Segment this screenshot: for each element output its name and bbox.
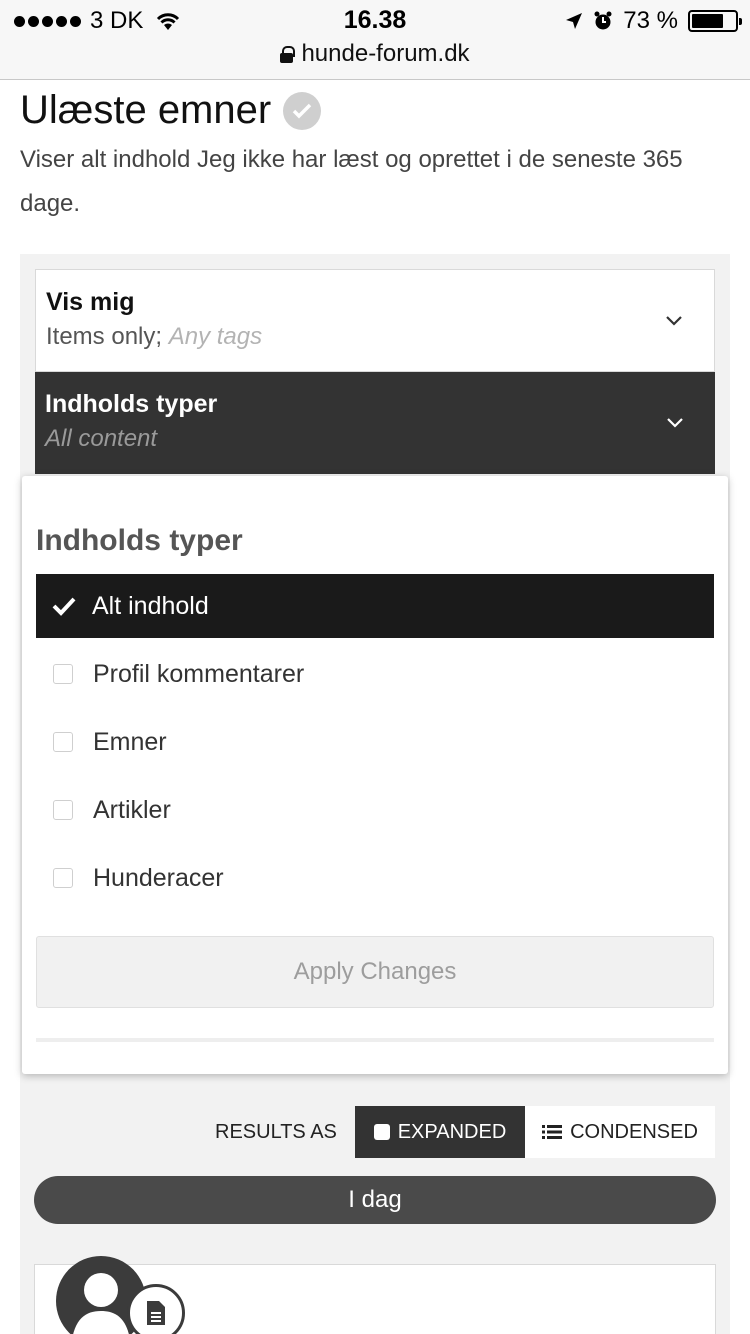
location-arrow-icon [566,13,583,29]
content-types-dropdown: Indholds typer Alt indhold Profil kommen… [22,476,728,1074]
status-right: 73 % [565,6,742,36]
url-text: hunde-forum.dk [301,40,470,67]
show-me-filter[interactable]: Vis mig Items only; Any tags [35,269,715,372]
expanded-label: EXPANDED [397,1120,507,1143]
option-profil-kommentarer[interactable]: Profil kommentarer [36,642,714,706]
status-bar: 3 DK 16.38 73 % hunde-forum.dk [0,0,750,80]
lock-icon [280,46,296,63]
option-emner[interactable]: Emner [36,710,714,774]
list-icon [542,1125,563,1139]
option-label: Alt indhold [92,591,209,620]
show-me-value: Items only; Any tags [46,323,704,351]
page-title-text: Ulæste emner [20,88,272,132]
option-label: Emner [93,727,167,756]
show-me-value-text: Items only; [46,323,163,350]
checkbox[interactable] [53,868,73,888]
show-me-value-muted: Any tags [168,323,263,350]
checkmark-icon[interactable] [283,91,322,130]
condensed-label: CONDENSED [570,1120,698,1143]
check-icon [52,597,76,616]
checkbox[interactable] [53,800,73,820]
option-alt-indhold[interactable]: Alt indhold [36,574,714,638]
show-me-label: Vis mig [46,288,135,316]
content-types-label: Indholds typer [45,390,218,418]
checkbox[interactable] [53,732,73,752]
condensed-view-button[interactable]: CONDENSED [525,1106,715,1158]
content-types-value-text: All content [45,425,158,452]
chevron-down-icon [667,418,683,428]
content-types-value: All content [45,425,705,453]
option-label: Artikler [93,795,171,824]
content-types-filter[interactable]: Indholds typer All content [35,372,715,474]
alarm-icon [594,11,612,30]
timeline-group-header: I dag [34,1176,716,1224]
document-icon [127,1284,185,1334]
results-as-label: RESULTS AS [215,1120,337,1143]
dropdown-title: Indholds typer [36,524,243,557]
divider [36,1038,714,1042]
apply-changes-button[interactable]: Apply Changes [36,936,714,1008]
option-label: Hunderacer [93,863,224,892]
option-label: Profil kommentarer [93,659,305,688]
page-description: Viser alt indhold Jeg ikke har læst og o… [20,146,683,217]
option-artikler[interactable]: Artikler [36,778,714,842]
square-icon [373,1124,390,1140]
checkbox[interactable] [53,664,73,684]
option-hunderacer[interactable]: Hunderacer [36,846,714,910]
battery-icon [688,10,742,32]
page-title: Ulæste emner [20,88,322,133]
chevron-down-icon [666,316,682,326]
battery-percent: 73 % [623,7,678,34]
url-bar[interactable]: hunde-forum.dk [0,40,750,68]
battery-fill [692,14,723,28]
expanded-view-button[interactable]: EXPANDED [355,1106,525,1158]
